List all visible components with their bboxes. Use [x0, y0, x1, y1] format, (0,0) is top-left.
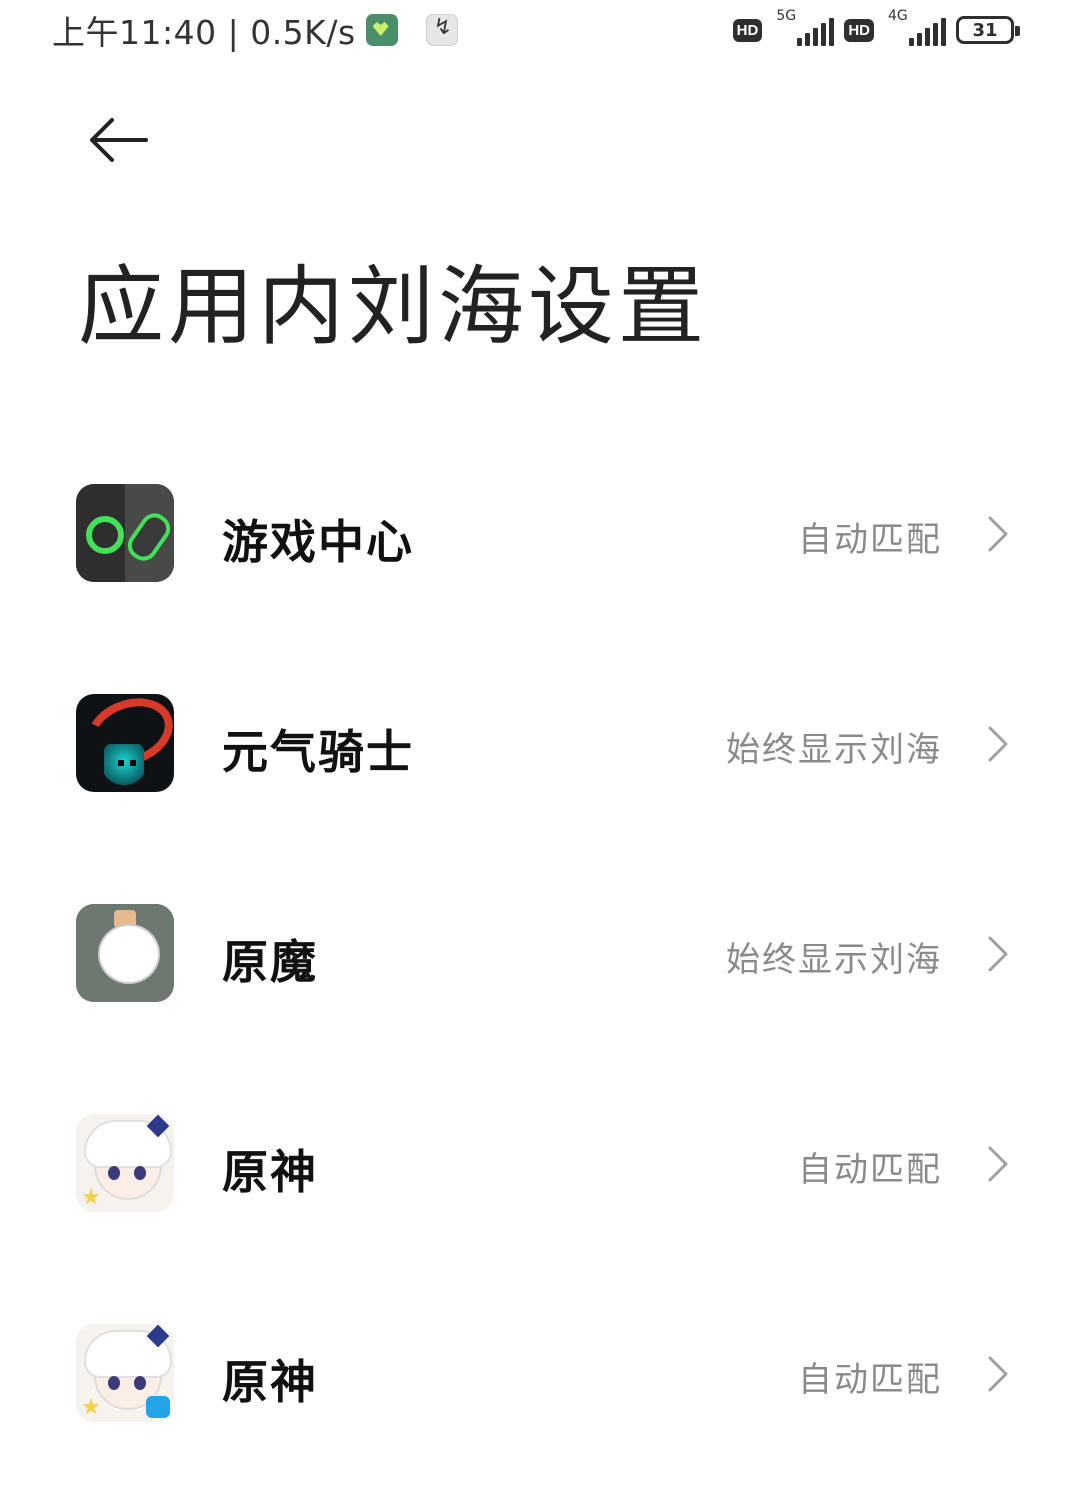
battery-level: 31 — [972, 19, 998, 41]
arrow-left-icon — [90, 118, 148, 162]
list-item-soul-knight[interactable]: 元气骑士 始终显示刘海 — [0, 662, 1080, 826]
genshin-bilibili-icon — [76, 1324, 174, 1422]
battery-icon: 31 — [956, 16, 1020, 44]
list-item-yuanmo[interactable]: 原魔 始终显示刘海 — [0, 872, 1080, 1036]
list-item-game-center[interactable]: 游戏中心 自动匹配 — [0, 452, 1080, 616]
yuanmo-icon — [76, 904, 174, 1002]
chevron-right-icon — [988, 1356, 1008, 1392]
back-button[interactable] — [84, 112, 150, 168]
game-center-icon — [76, 484, 174, 582]
list-item-genshin-bilibili[interactable]: 原神 自动匹配 — [0, 1292, 1080, 1456]
hd-badge: HD — [732, 18, 763, 42]
app-name: 原神 — [222, 1145, 318, 1199]
notch-mode-value: 自动匹配 — [798, 520, 942, 560]
soul-knight-icon — [76, 694, 174, 792]
app-name: 元气骑士 — [222, 725, 414, 779]
status-bar: 上午11:40 | 0.5K/s HD 5G HD 4G 31 — [0, 0, 1080, 60]
app-name: 原魔 — [222, 935, 318, 989]
list-item-genshin[interactable]: 原神 自动匹配 — [0, 1082, 1080, 1246]
notch-mode-value: 自动匹配 — [798, 1360, 942, 1400]
sync-notification-icon — [425, 14, 458, 46]
status-left: 上午11:40 | 0.5K/s — [52, 8, 458, 52]
status-right: HD 5G HD 4G 31 — [732, 8, 1020, 48]
page-title: 应用内刘海设置 — [78, 257, 708, 357]
chevron-right-icon — [988, 1146, 1008, 1182]
hd-badge: HD — [844, 18, 874, 42]
genshin-icon — [76, 1114, 174, 1212]
app-name: 原神 — [222, 1355, 318, 1409]
chevron-right-icon — [988, 726, 1008, 762]
notch-mode-value: 自动匹配 — [798, 1150, 942, 1190]
app-notification-icon — [365, 14, 398, 46]
app-name: 游戏中心 — [222, 515, 414, 569]
signal-5g-icon: 5G — [772, 8, 835, 48]
chevron-right-icon — [988, 516, 1008, 552]
network-type-label: 4G — [888, 8, 908, 24]
status-time: 上午11:40 | 0.5K/s — [52, 13, 356, 52]
chevron-right-icon — [988, 936, 1008, 972]
notch-mode-value: 始终显示刘海 — [726, 940, 942, 980]
notch-mode-value: 始终显示刘海 — [726, 730, 942, 770]
signal-4g-icon: 4G — [884, 8, 946, 48]
network-type-label: 5G — [776, 8, 797, 24]
